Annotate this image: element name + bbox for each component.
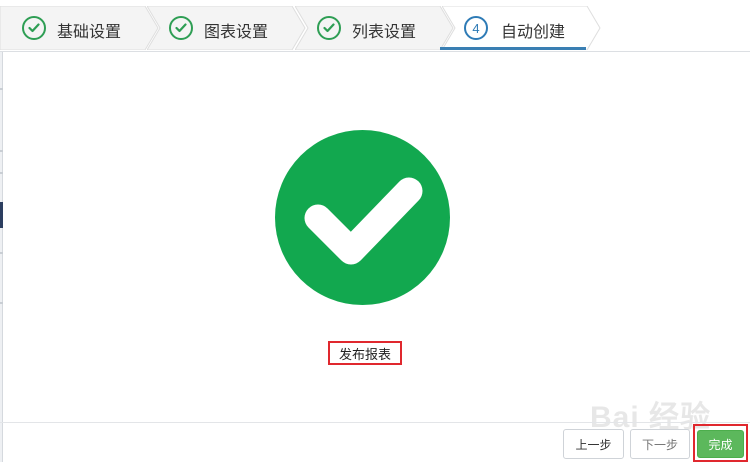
- edge-mark: [0, 88, 3, 90]
- step-label: 列表设置: [352, 24, 417, 41]
- finish-button-highlight: 完成: [693, 424, 748, 462]
- active-step-underline: [440, 47, 586, 50]
- check-circle-icon: [22, 16, 46, 40]
- step-label: 图表设置: [204, 24, 269, 41]
- background-window-edge: [0, 52, 3, 462]
- check-circle-icon: [317, 16, 341, 40]
- step-chart-settings[interactable]: 图表设置: [147, 6, 307, 50]
- step-basic-settings[interactable]: 基础设置: [0, 6, 160, 50]
- edge-mark: [0, 202, 3, 228]
- step-list-settings[interactable]: 列表设置: [295, 6, 455, 50]
- previous-step-button[interactable]: 上一步: [563, 429, 624, 459]
- edge-mark: [0, 172, 3, 174]
- next-step-button[interactable]: 下一步: [630, 429, 690, 459]
- check-circle-icon: [275, 130, 450, 305]
- check-circle-icon: [169, 16, 193, 40]
- step-label: 基础设置: [57, 24, 122, 41]
- edge-mark: [0, 252, 3, 254]
- edge-mark: [0, 302, 3, 304]
- wizard-stepper: 基础设置 图表设置 列表设置 4 自动创建: [0, 0, 750, 52]
- finish-button[interactable]: 完成: [697, 430, 744, 458]
- edge-mark: [0, 150, 3, 152]
- footer-divider: [0, 422, 750, 423]
- step-label: 自动创建: [501, 24, 566, 41]
- step-auto-create[interactable]: 4 自动创建: [442, 6, 602, 50]
- step-number-badge: 4: [464, 16, 488, 40]
- publish-report-label[interactable]: 发布报表: [328, 341, 402, 365]
